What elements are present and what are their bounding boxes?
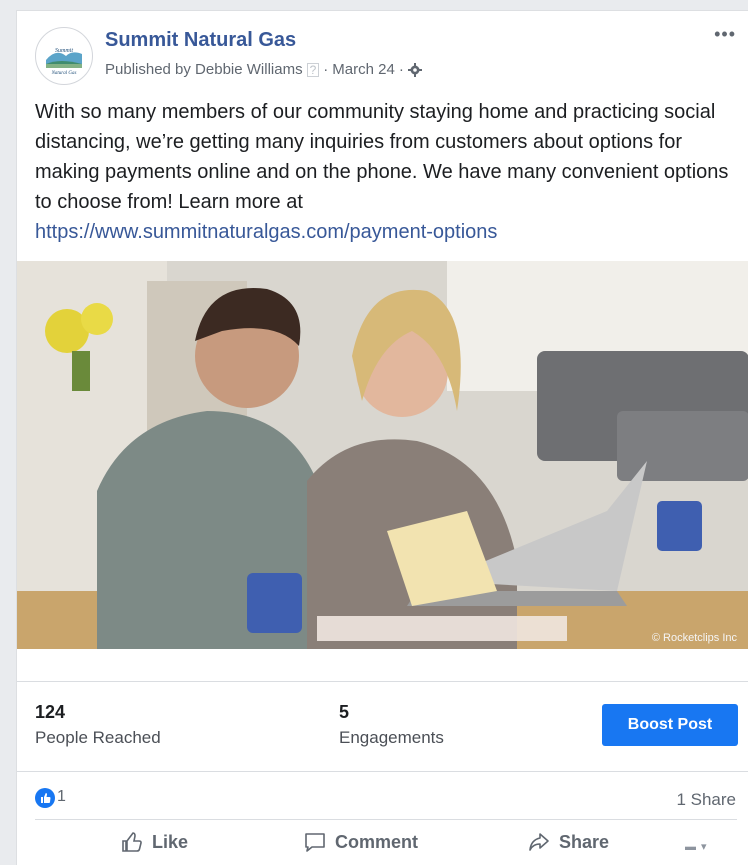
engagements-value: 5 [339, 702, 350, 722]
share-count[interactable]: 1 Share [676, 790, 736, 810]
like-label: Like [152, 831, 189, 852]
page-avatar[interactable]: Summit Natural Gas [35, 27, 93, 85]
comment-label: Comment [335, 831, 419, 852]
reaction-count[interactable]: 1 [57, 788, 66, 806]
post-header: Summit Natural Gas Summit Natural Gas Pu… [17, 11, 748, 91]
published-by[interactable]: Published by Debbie Williams [105, 61, 303, 78]
share-label: Share [559, 831, 610, 852]
avatar-logo-text: Summit [55, 48, 73, 54]
share-button[interactable]: Share [527, 830, 609, 854]
insights-bar: 124 People Reached 5 Engagements Boost P… [17, 681, 748, 762]
page-name-link[interactable]: Summit Natural Gas [105, 29, 296, 52]
people-reached-label: People Reached [35, 728, 161, 747]
like-button[interactable]: Like [120, 830, 188, 854]
settings-gear-icon[interactable] [407, 62, 422, 77]
image-credit: © Rocketclips Inc [652, 632, 738, 644]
avatar-logo-subtext: Natural Gas [51, 71, 77, 76]
reactions-bar: 1 1 Share [17, 771, 748, 820]
post-body-text: With so many members of our community st… [35, 101, 729, 213]
meta-separator: · [323, 61, 329, 78]
like-thumb-icon [122, 832, 142, 852]
post-meta: Published by Debbie Williams ? · March 2… [105, 61, 422, 78]
action-bar: Like Comment Share ▬ ▾ [35, 819, 737, 865]
comment-bubble-icon [305, 833, 325, 852]
meta-separator-2: · [398, 61, 404, 78]
more-options-icon[interactable]: ••• [714, 25, 736, 43]
share-arrow-icon [529, 833, 549, 851]
engagements-label: Engagements [339, 728, 444, 747]
audience-dropdown-icon[interactable]: ▬ ▾ [685, 840, 708, 853]
post-card: Summit Natural Gas Summit Natural Gas Pu… [16, 10, 748, 865]
post-date[interactable]: March 24 [332, 61, 395, 78]
post-image[interactable]: © Rocketclips Inc [17, 261, 748, 649]
post-body: With so many members of our community st… [35, 97, 740, 247]
boost-post-button[interactable]: Boost Post [602, 704, 738, 746]
like-reaction-icon[interactable] [35, 788, 55, 808]
help-mark[interactable]: ? [306, 62, 320, 77]
comment-button[interactable]: Comment [303, 830, 418, 854]
post-link[interactable]: https://www.summitnaturalgas.com/payment… [35, 217, 740, 247]
people-reached-value: 124 [35, 702, 66, 722]
